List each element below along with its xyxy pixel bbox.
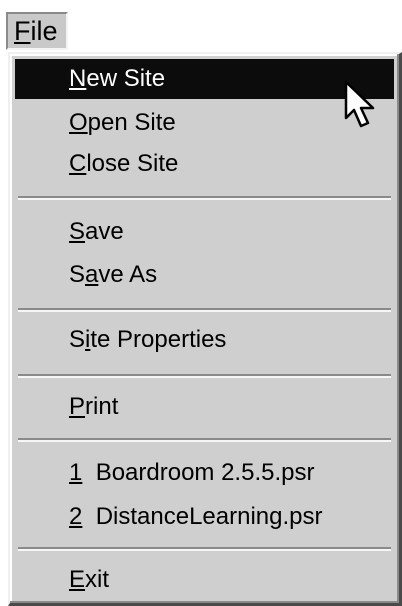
file-dropdown-menu: New Site Open Site Close Site Save Save …: [8, 52, 402, 606]
accel-print: P: [69, 393, 86, 420]
menu-item-recent-file-2[interactable]: 2 DistanceLearning.psr: [15, 497, 394, 537]
accel-close-site: C: [69, 150, 87, 177]
menu-file[interactable]: File: [6, 12, 68, 50]
menu-item-open-site[interactable]: Open Site: [15, 103, 394, 143]
menu-separator: [18, 196, 391, 200]
menu-item-save-as[interactable]: Save As: [15, 255, 394, 295]
accel-recent-1: 1: [69, 459, 83, 486]
menu-separator: [18, 374, 391, 378]
menu-file-accel: F: [14, 16, 31, 46]
menu-item-print[interactable]: Print: [15, 387, 394, 427]
menu-item-exit[interactable]: Exit: [15, 560, 394, 600]
menu-separator: [18, 547, 391, 551]
accel-save: S: [69, 218, 86, 245]
accel-exit: E: [69, 566, 86, 593]
menu-separator: [18, 308, 391, 312]
accel-recent-2: 2: [69, 503, 83, 530]
menu-separator: [18, 438, 391, 442]
menu-file-label-rest: ile: [30, 16, 58, 46]
menu-item-recent-file-1[interactable]: 1 Boardroom 2.5.5.psr: [15, 453, 394, 493]
accel-new-site: N: [69, 65, 87, 92]
menu-item-save[interactable]: Save: [15, 212, 394, 252]
accel-save-as: a: [85, 261, 99, 288]
arrow-cursor-icon: [344, 80, 375, 128]
accel-open-site: O: [69, 109, 88, 136]
menu-item-new-site[interactable]: New Site: [15, 59, 394, 99]
menu-item-close-site[interactable]: Close Site: [15, 144, 394, 184]
menu-item-site-properties[interactable]: Site Properties: [15, 320, 394, 360]
